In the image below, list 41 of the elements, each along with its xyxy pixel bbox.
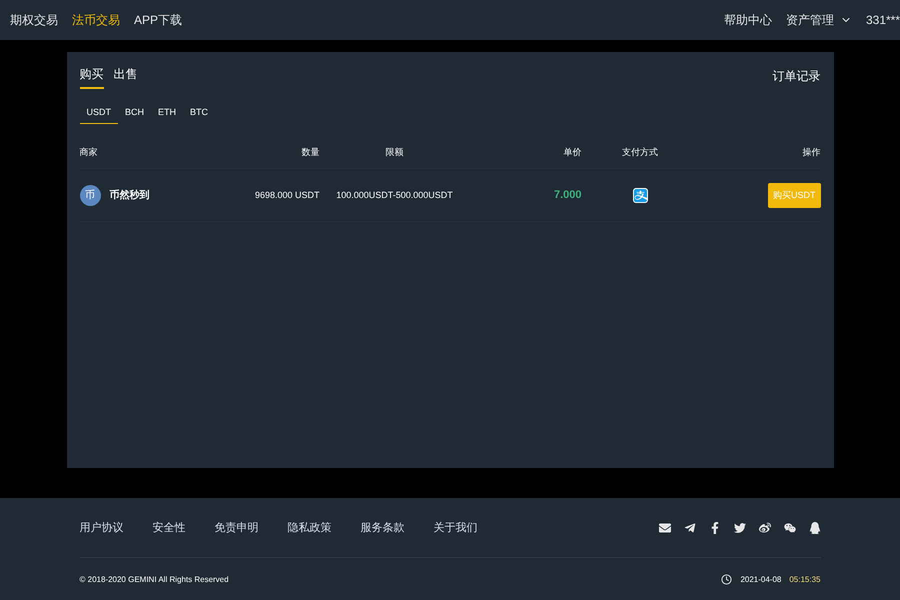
limit-cell: 100.000USDT-500.000USDT: [320, 169, 470, 222]
column-header: 限额: [320, 142, 470, 169]
weibo-icon[interactable]: [758, 522, 770, 534]
merchant-name: 币然秒到: [110, 188, 150, 202]
copyright-text: © 2018-2020 GEMINI All Rights Reserved: [80, 574, 229, 584]
footer-link[interactable]: 服务条款: [360, 520, 404, 535]
column-header: 操作: [698, 142, 820, 169]
wechat-icon[interactable]: [784, 522, 796, 534]
avatar: 币: [80, 184, 100, 206]
nav-link[interactable]: APP下载: [134, 12, 182, 28]
column-header: 数量: [230, 142, 320, 169]
order-history-link[interactable]: 订单记录: [772, 68, 820, 85]
coin-tab[interactable]: BTC: [183, 103, 216, 124]
footer-link[interactable]: 关于我们: [434, 520, 478, 535]
nav-link[interactable]: 法币交易: [72, 12, 120, 28]
column-header: 商家: [80, 142, 230, 169]
trade-tab[interactable]: 出售: [114, 64, 138, 89]
trade-tab[interactable]: 购买: [80, 64, 104, 89]
date-text: 2021-04-08: [740, 574, 782, 584]
column-header: 支付方式: [582, 142, 698, 169]
footer-link[interactable]: 隐私政策: [288, 520, 332, 535]
nav-dropdown[interactable]: 资产管理: [786, 12, 852, 28]
coin-tab[interactable]: ETH: [151, 103, 184, 124]
footer-link[interactable]: 免责申明: [214, 520, 258, 535]
amount-cell: 9698.000 USDT: [230, 169, 320, 222]
paper-plane-icon[interactable]: [684, 522, 696, 534]
alipay-icon: [632, 188, 648, 202]
time-text: 05:15:35: [789, 574, 820, 584]
twitter-icon[interactable]: [734, 522, 746, 534]
nav-link[interactable]: 331***: [866, 13, 900, 27]
nav-link[interactable]: 帮助中心: [724, 12, 772, 28]
coin-tab[interactable]: BCH: [118, 103, 152, 124]
footer-link[interactable]: 用户协议: [80, 520, 124, 535]
nav-link[interactable]: 期权交易: [10, 12, 58, 28]
penguin-icon[interactable]: [808, 522, 820, 534]
mail-icon[interactable]: [658, 522, 670, 534]
footer-link[interactable]: 安全性: [152, 520, 186, 535]
clock-icon: [721, 574, 732, 584]
coin-tab[interactable]: USDT: [80, 103, 118, 124]
column-header: 单价: [470, 142, 582, 169]
price-cell: 7.000: [470, 169, 582, 222]
